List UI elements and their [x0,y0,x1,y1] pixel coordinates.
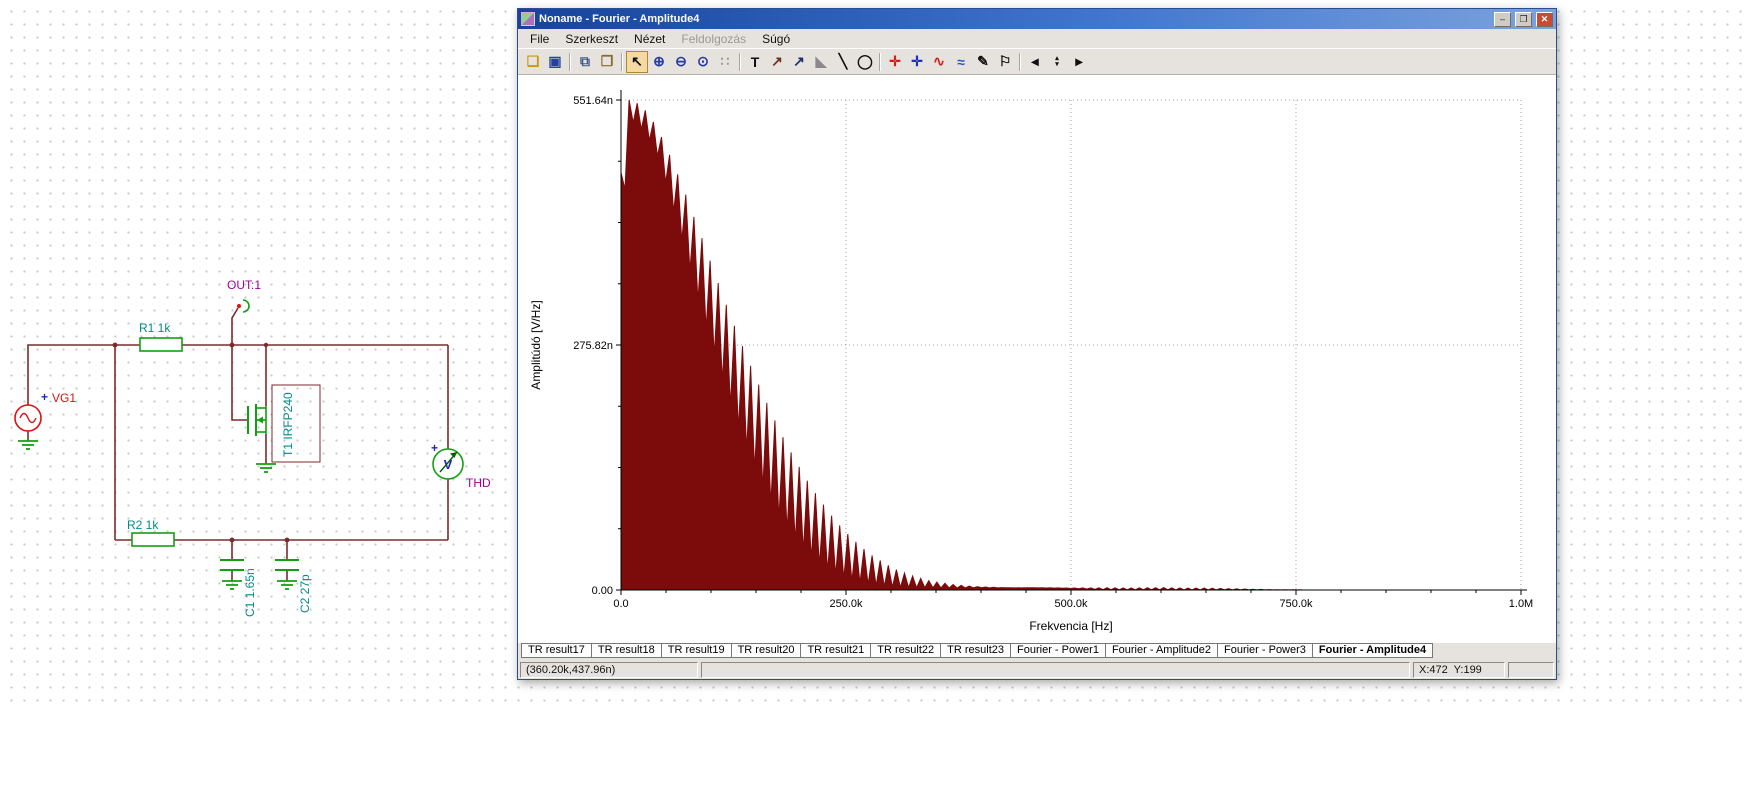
tab-fourier---power3[interactable]: Fourier - Power3 [1216,643,1313,658]
toolbar-separator [621,52,623,71]
menu-szerkeszt[interactable]: Szerkeszt [557,31,626,47]
c1-capacitor[interactable]: C1 1.65n [220,559,257,617]
app-window: Noname - Fourier - Amplitude4 ‒ ❐ ✕ File… [517,8,1557,680]
vg1-plus-sign: + [41,390,48,404]
tab-fourier---amplitude4[interactable]: Fourier - Amplitude4 [1311,643,1434,658]
grid-icon[interactable]: ∷ [714,51,736,73]
c2-label: C2 27p [298,574,312,613]
title-bar[interactable]: Noname - Fourier - Amplitude4 ‒ ❐ ✕ [518,9,1556,29]
c1-ground-icon [222,580,242,590]
t1-mosfet[interactable]: T1 IRFP240 [247,384,321,473]
x-axis-label: Frekvencia [Hz] [1029,619,1112,633]
close-button[interactable]: ✕ [1536,11,1553,27]
svg-text:0.00: 0.00 [592,585,613,597]
zoom-in-icon[interactable]: ⊕ [648,51,670,73]
voltmeter-plus-sign: + [431,441,438,455]
toolbar-separator [879,52,881,71]
svg-text:275.82n: 275.82n [573,340,613,352]
flag-tool-icon[interactable]: ⚐ [994,51,1016,73]
app-icon [521,12,535,26]
ellipse-tool-icon[interactable]: ◯ [854,51,876,73]
tab-tr-result19[interactable]: TR result19 [660,643,732,658]
menu-súgó[interactable]: Súgó [754,31,798,47]
tab-tr-result17[interactable]: TR result17 [521,643,592,658]
out-terminal[interactable]: OUT:1 [227,278,261,313]
schematic-canvas[interactable]: + VG1 R1 1k R2 1k OUT:1 T1 IRFP240 C1 1.… [0,0,517,704]
svg-text:250.0k: 250.0k [829,598,863,610]
page-spinner-icon[interactable]: ▴ ▾ [1046,51,1068,73]
vg1-source[interactable]: + VG1 [14,390,76,450]
zoom-100-icon[interactable]: ⊙ [692,51,714,73]
select-tool-icon[interactable]: ↖ [626,50,648,73]
wires [27,307,449,581]
status-bar: (360.20k,437.96n) X:472 Y:199 [518,660,1556,679]
text-tool-icon[interactable]: T [744,51,766,73]
wire-junctions [112,342,290,543]
menu-feldolgozás: Feldolgozás [681,31,747,46]
tab-tr-result18[interactable]: TR result18 [590,643,662,658]
axes-blue-icon[interactable]: ✛ [906,51,928,73]
diagram-tabs: TR result17 TR result18 TR result19 TR resu… [518,643,1556,660]
vg1-ground-icon [18,440,38,450]
ruler-tool-icon[interactable]: ◣ [810,51,832,73]
line-tool-icon[interactable]: ╲ [832,51,854,73]
thd-label: THD [466,476,491,490]
thd-voltmeter[interactable]: V + THD [431,441,491,490]
r2-resistor[interactable]: R2 1k [127,518,175,547]
cursor-a-tool-icon[interactable]: ↗ [766,51,788,73]
status-message-panel [701,662,1410,678]
svg-text:500.0k: 500.0k [1054,598,1088,610]
menu-nézet[interactable]: Nézet [626,31,673,47]
tab-tr-result21[interactable]: TR result21 [800,643,872,658]
tab-tr-result20[interactable]: TR result20 [730,643,802,658]
tab-fourier---power1[interactable]: Fourier - Power1 [1010,643,1106,658]
paste-icon[interactable]: ❒ [596,51,618,73]
svg-text:551.64n: 551.64n [573,95,613,107]
status-pixel-coords: X:472 Y:199 [1413,662,1505,678]
r2-label: R2 1k [127,518,159,532]
minimize-button[interactable]: ‒ [1494,11,1511,27]
copy-icon[interactable]: ⧉ [574,51,596,73]
c2-ground-icon [277,580,297,590]
c1-label: C1 1.65n [243,568,257,617]
prev-page-icon[interactable]: ◂ [1024,51,1046,73]
add-curve-icon[interactable]: ∿ [928,51,950,73]
tab-tr-result22[interactable]: TR result22 [870,643,942,658]
out-label: OUT:1 [227,278,261,292]
menu-bar: File Szerkeszt Nézet Feldolgozás Súgó [518,29,1556,48]
toolbar-separator [569,52,571,71]
menu-file[interactable]: File [522,31,557,47]
axes-red-icon[interactable]: ✛ [884,51,906,73]
svg-text:0.0: 0.0 [613,598,628,610]
svg-text:1.0M: 1.0M [1509,598,1533,610]
y-axis-label: Amplitúdó [V/Hz] [529,300,543,389]
r1-label: R1 1k [139,321,171,335]
next-page-icon[interactable]: ▸ [1068,51,1090,73]
window-title: Noname - Fourier - Amplitude4 [539,13,700,25]
t1-ground-icon [256,463,276,473]
tab-fourier---amplitude2[interactable]: Fourier - Amplitude2 [1104,643,1218,658]
open-icon[interactable]: ❑ [522,51,544,73]
restore-button[interactable]: ❐ [1515,11,1532,27]
curves-icon[interactable]: ≈ [950,51,972,73]
toolbar-separator [1019,52,1021,71]
status-cursor-value: (360.20k,437.96n) [520,662,698,678]
c2-capacitor[interactable]: C2 27p [275,559,312,613]
tab-tr-result23[interactable]: TR result23 [940,643,1012,658]
svg-text:750.0k: 750.0k [1279,598,1313,610]
chart-canvas[interactable]: 0.0 250.0k 500.0k 750.0k 1.0M 551.64n 275.82n 0… [518,75,1556,643]
vg1-label: VG1 [52,391,76,405]
cursor-b-tool-icon[interactable]: ↗ [788,51,810,73]
t1-label: T1 IRFP240 [281,392,295,457]
status-end-panel [1508,662,1554,678]
main-toolbar: ❑ ▣ ⧉ ❒ ↖ ⊕ ⊖ ⊙ ∷ T ↗ ↗ ◣ ╲ ◯ ✛ ✛ ∿ ≈ ✎ ⚐ ◂ ▴ ▾ ▸ [518,48,1556,75]
pen-tool-icon[interactable]: ✎ [972,51,994,73]
toolbar-separator [739,52,741,71]
save-icon[interactable]: ▣ [544,51,566,73]
r1-resistor[interactable]: R1 1k [139,321,183,352]
zoom-out-icon[interactable]: ⊖ [670,51,692,73]
